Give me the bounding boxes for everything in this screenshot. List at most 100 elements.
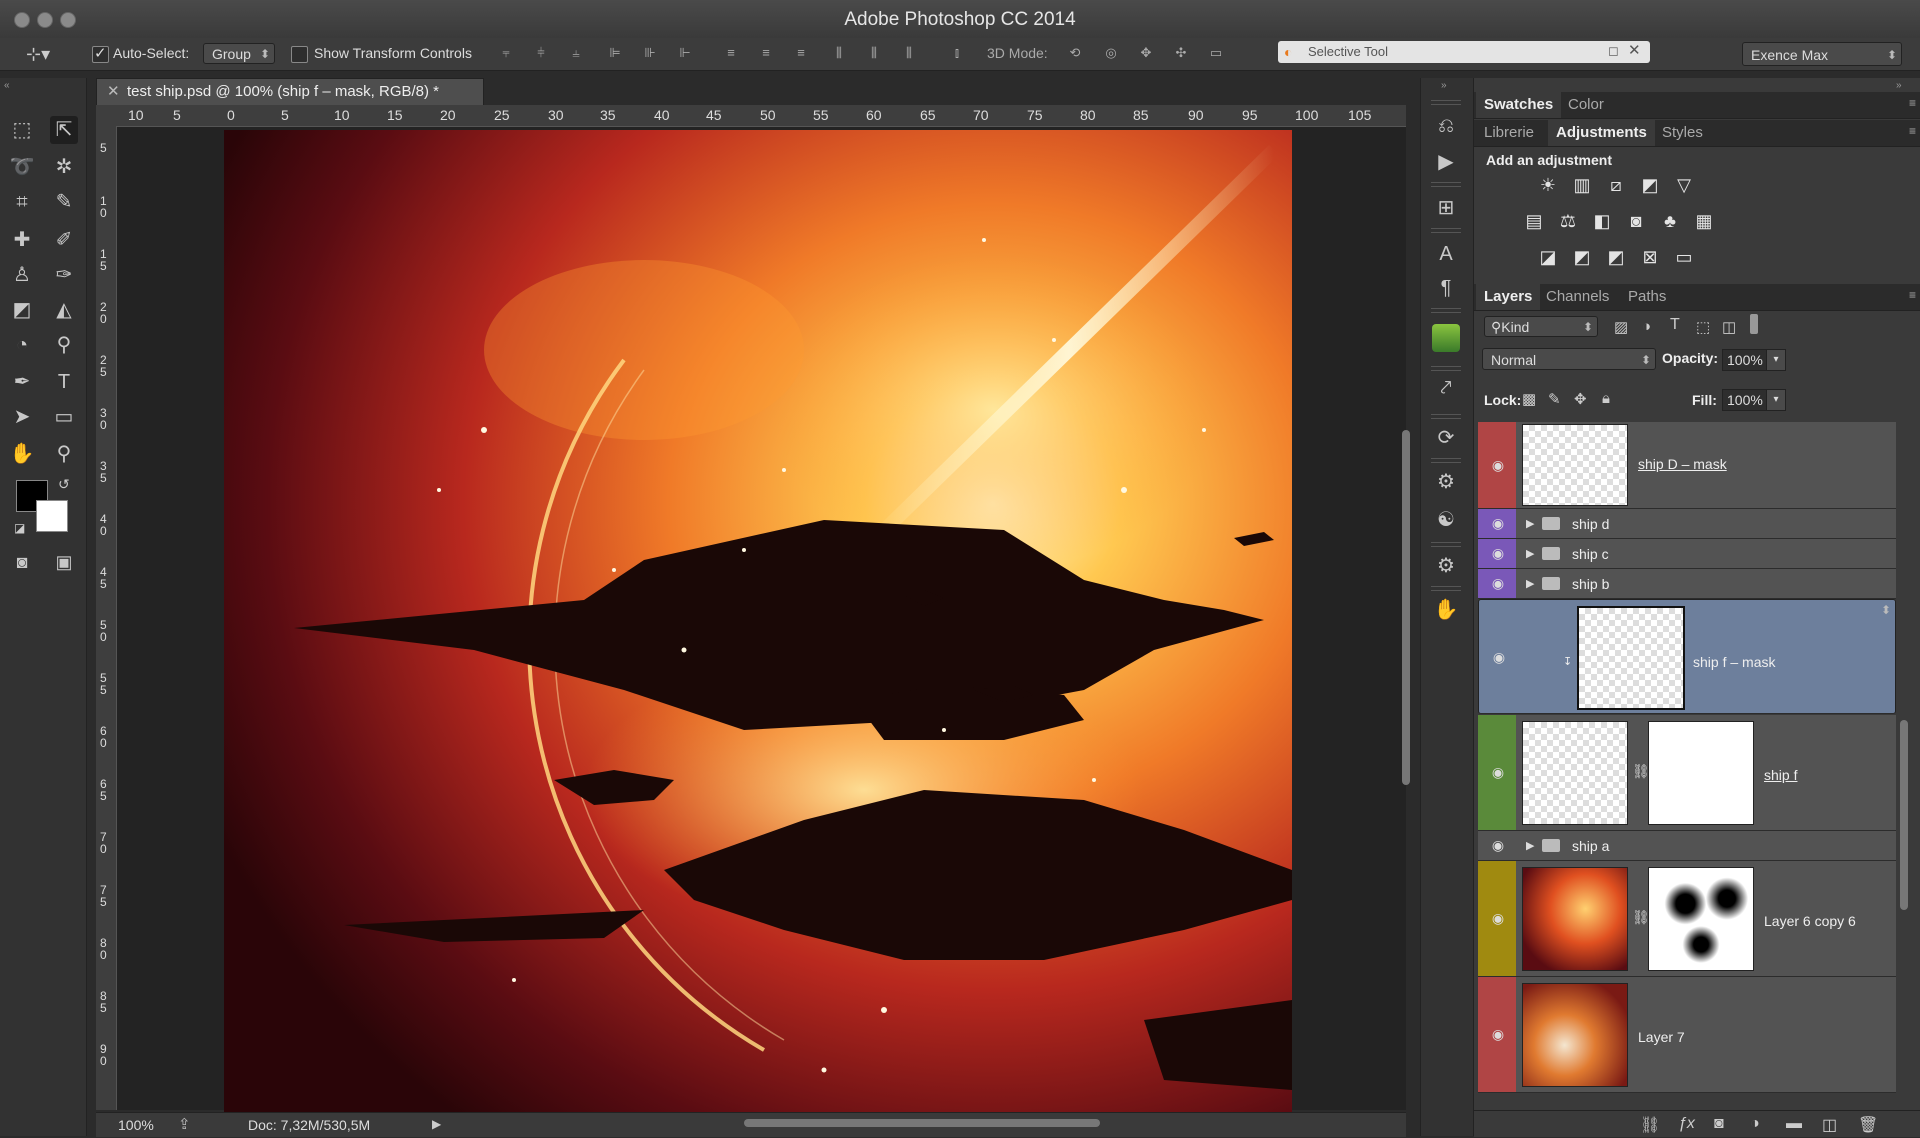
document-canvas[interactable] — [224, 130, 1292, 1112]
distribute-top-icon[interactable]: ≡ — [722, 45, 740, 61]
brush-presets-icon[interactable]: ⤤ — [1432, 374, 1460, 402]
fill-input[interactable]: 100% — [1722, 389, 1770, 411]
actions-panel-icon[interactable]: ▶ — [1432, 148, 1460, 176]
layer-name[interactable]: ship b — [1572, 576, 1609, 592]
filter-toggle[interactable] — [1750, 314, 1758, 334]
layer-row-ship-f-mask[interactable]: ◉ ↧ ship f – mask — [1478, 599, 1896, 714]
screen-mode-icon[interactable]: ▣ — [50, 548, 78, 576]
yinyang-panel-icon[interactable]: ☯ — [1432, 506, 1460, 534]
panel-menu-icon[interactable]: ≡ — [1909, 96, 1916, 110]
layer-row-layer-6-copy-6[interactable]: ◉ ⛓ Layer 6 copy 6 — [1478, 861, 1896, 977]
move-tool-preset-icon[interactable]: ⊹▾ — [26, 44, 50, 65]
add-mask-icon[interactable]: ◙ — [1714, 1115, 1724, 1133]
layer-name[interactable]: Layer 6 copy 6 — [1764, 913, 1856, 929]
lock-transparency-icon[interactable]: ▩ — [1522, 390, 1536, 408]
document-tab[interactable]: ✕ test ship.psd @ 100% (ship f – mask, R… — [96, 78, 484, 106]
magic-wand-tool-icon[interactable]: ✲ — [50, 153, 78, 181]
history-brush-tool-icon[interactable]: ✑ — [50, 261, 78, 289]
layer-row-ship-b[interactable]: ◉ ▶ ship b — [1478, 569, 1896, 599]
black-white-adjustment-icon[interactable]: ◧ — [1590, 210, 1614, 232]
vibrance-adjustment-icon[interactable]: ▽ — [1672, 174, 1696, 196]
tab-adjustments[interactable]: Adjustments — [1548, 120, 1655, 146]
stamp-tool-icon[interactable]: ♙ — [8, 261, 36, 289]
tab-swatches[interactable]: Swatches — [1476, 92, 1562, 118]
show-transform-checkbox[interactable] — [291, 46, 308, 63]
layer-style-icon[interactable]: ƒx — [1678, 1115, 1695, 1133]
tab-layers[interactable]: Layers — [1476, 284, 1541, 310]
layer-row-ship-d-mask[interactable]: ◉ ship D – mask — [1478, 422, 1896, 509]
distribute-hcenter-icon[interactable]: ⫼ — [865, 45, 883, 61]
align-top-icon[interactable]: ⫧ — [497, 45, 515, 61]
layer-name[interactable]: ship d — [1572, 516, 1609, 532]
adjustment-layer-icon[interactable]: ◑ — [1750, 1115, 1760, 1133]
invert-adjustment-icon[interactable]: ◪ — [1536, 246, 1560, 268]
opacity-slider-button[interactable]: ▾ — [1766, 349, 1786, 371]
visibility-eye-icon[interactable]: ◉ — [1490, 546, 1506, 560]
panel-menu-icon[interactable]: ≡ — [1909, 288, 1916, 302]
lock-position-icon[interactable]: ✥ — [1574, 390, 1587, 408]
expand-group-icon[interactable]: ▶ — [1526, 839, 1534, 852]
lasso-tool-icon[interactable]: ➰ — [8, 153, 36, 181]
filter-pixel-icon[interactable]: ▨ — [1614, 318, 1628, 336]
expand-group-icon[interactable]: ▶ — [1526, 517, 1534, 530]
color-balance-adjustment-icon[interactable]: ⚖ — [1556, 210, 1580, 232]
paragraph-panel-icon[interactable]: ¶ — [1432, 274, 1460, 302]
distribute-vcenter-icon[interactable]: ≡ — [757, 45, 775, 61]
visibility-eye-icon[interactable]: ◉ — [1490, 911, 1506, 925]
character-panel-icon[interactable]: A — [1432, 240, 1460, 268]
move-tool-icon[interactable]: ⇱ — [50, 116, 78, 144]
default-colors-icon[interactable]: ◪ — [14, 521, 25, 535]
3d-slide-icon[interactable]: ✣ — [1172, 45, 1190, 61]
distribute-bottom-icon[interactable]: ≡ — [792, 45, 810, 61]
eyedropper-tool-icon[interactable]: ✎ — [50, 188, 78, 216]
link-layers-icon[interactable]: ⛓ — [1640, 1115, 1660, 1135]
zoom-tool-icon[interactable]: ⚲ — [50, 440, 78, 468]
align-bottom-icon[interactable]: ⫨ — [567, 45, 585, 61]
visibility-eye-icon[interactable]: ◉ — [1490, 576, 1506, 590]
distribute-right-icon[interactable]: ⫼ — [900, 45, 918, 61]
layer-row-ship-f[interactable]: ◉ ⛓ ship f — [1478, 715, 1896, 831]
layers-scrollbar[interactable] — [1900, 720, 1908, 910]
path-selection-tool-icon[interactable]: ➤ — [8, 403, 36, 431]
visibility-eye-icon[interactable]: ◉ — [1490, 1027, 1506, 1041]
tab-librerie[interactable]: Librerie — [1476, 120, 1542, 146]
layer-thumbnail[interactable] — [1522, 867, 1628, 971]
photo-filter-adjustment-icon[interactable]: ◙ — [1624, 210, 1648, 232]
filter-type-icon[interactable]: T — [1670, 316, 1680, 334]
collapse-toolbox-icon[interactable]: « — [4, 80, 10, 91]
auto-select-checkbox[interactable] — [92, 44, 109, 63]
collapse-panel-icon[interactable]: » — [1896, 80, 1902, 91]
expand-group-icon[interactable]: ▶ — [1526, 577, 1534, 590]
rotate-panel-icon[interactable]: ⟳ — [1432, 424, 1460, 452]
collapse-iconstrip-icon[interactable]: » — [1441, 80, 1447, 91]
layer-mask-thumbnail[interactable] — [1648, 721, 1754, 825]
tab-styles[interactable]: Styles — [1654, 120, 1711, 146]
channel-mixer-adjustment-icon[interactable]: ♣ — [1658, 210, 1682, 232]
tab-channels[interactable]: Channels — [1538, 284, 1617, 310]
delete-layer-icon[interactable]: 🗑︎ — [1858, 1115, 1878, 1135]
threshold-adjustment-icon[interactable]: ◩ — [1604, 246, 1628, 268]
hue-saturation-adjustment-icon[interactable]: ▤ — [1522, 210, 1546, 232]
3d-drag-icon[interactable]: ✥ — [1137, 45, 1155, 61]
align-hcenter-icon[interactable]: ⊪ — [641, 45, 659, 61]
layer-name[interactable]: Layer 7 — [1638, 1029, 1685, 1045]
brush-tool-icon[interactable]: ✐ — [50, 226, 78, 254]
new-layer-icon[interactable]: ◫ — [1822, 1115, 1837, 1135]
dodge-tool-icon[interactable]: ⚲ — [50, 331, 78, 359]
lock-pixels-icon[interactable]: ✎ — [1548, 390, 1561, 408]
layer-name[interactable]: ship D – mask — [1638, 456, 1727, 472]
visibility-eye-icon[interactable]: ◉ — [1490, 516, 1506, 530]
align-right-icon[interactable]: ⊩ — [676, 45, 694, 61]
auto-align-icon[interactable]: ⫾ — [948, 45, 966, 61]
brightness-adjustment-icon[interactable]: ☀ — [1536, 174, 1560, 196]
fill-slider-button[interactable]: ▾ — [1766, 389, 1786, 411]
selective-color-adjustment-icon[interactable]: ▭ — [1672, 246, 1696, 268]
share-icon[interactable]: ⇪ — [178, 1115, 191, 1133]
layer-name[interactable]: ship f – mask — [1693, 652, 1775, 673]
layer-thumbnail[interactable] — [1522, 424, 1628, 506]
blend-mode-dropdown[interactable]: Normal — [1482, 348, 1656, 371]
settings-panel-icon[interactable]: ⚙ — [1432, 552, 1460, 580]
paint-bucket-tool-icon[interactable]: ◭ — [50, 296, 78, 324]
crop-tool-icon[interactable]: ⌗ — [8, 188, 36, 216]
curves-adjustment-icon[interactable]: ⧄ — [1604, 174, 1628, 196]
